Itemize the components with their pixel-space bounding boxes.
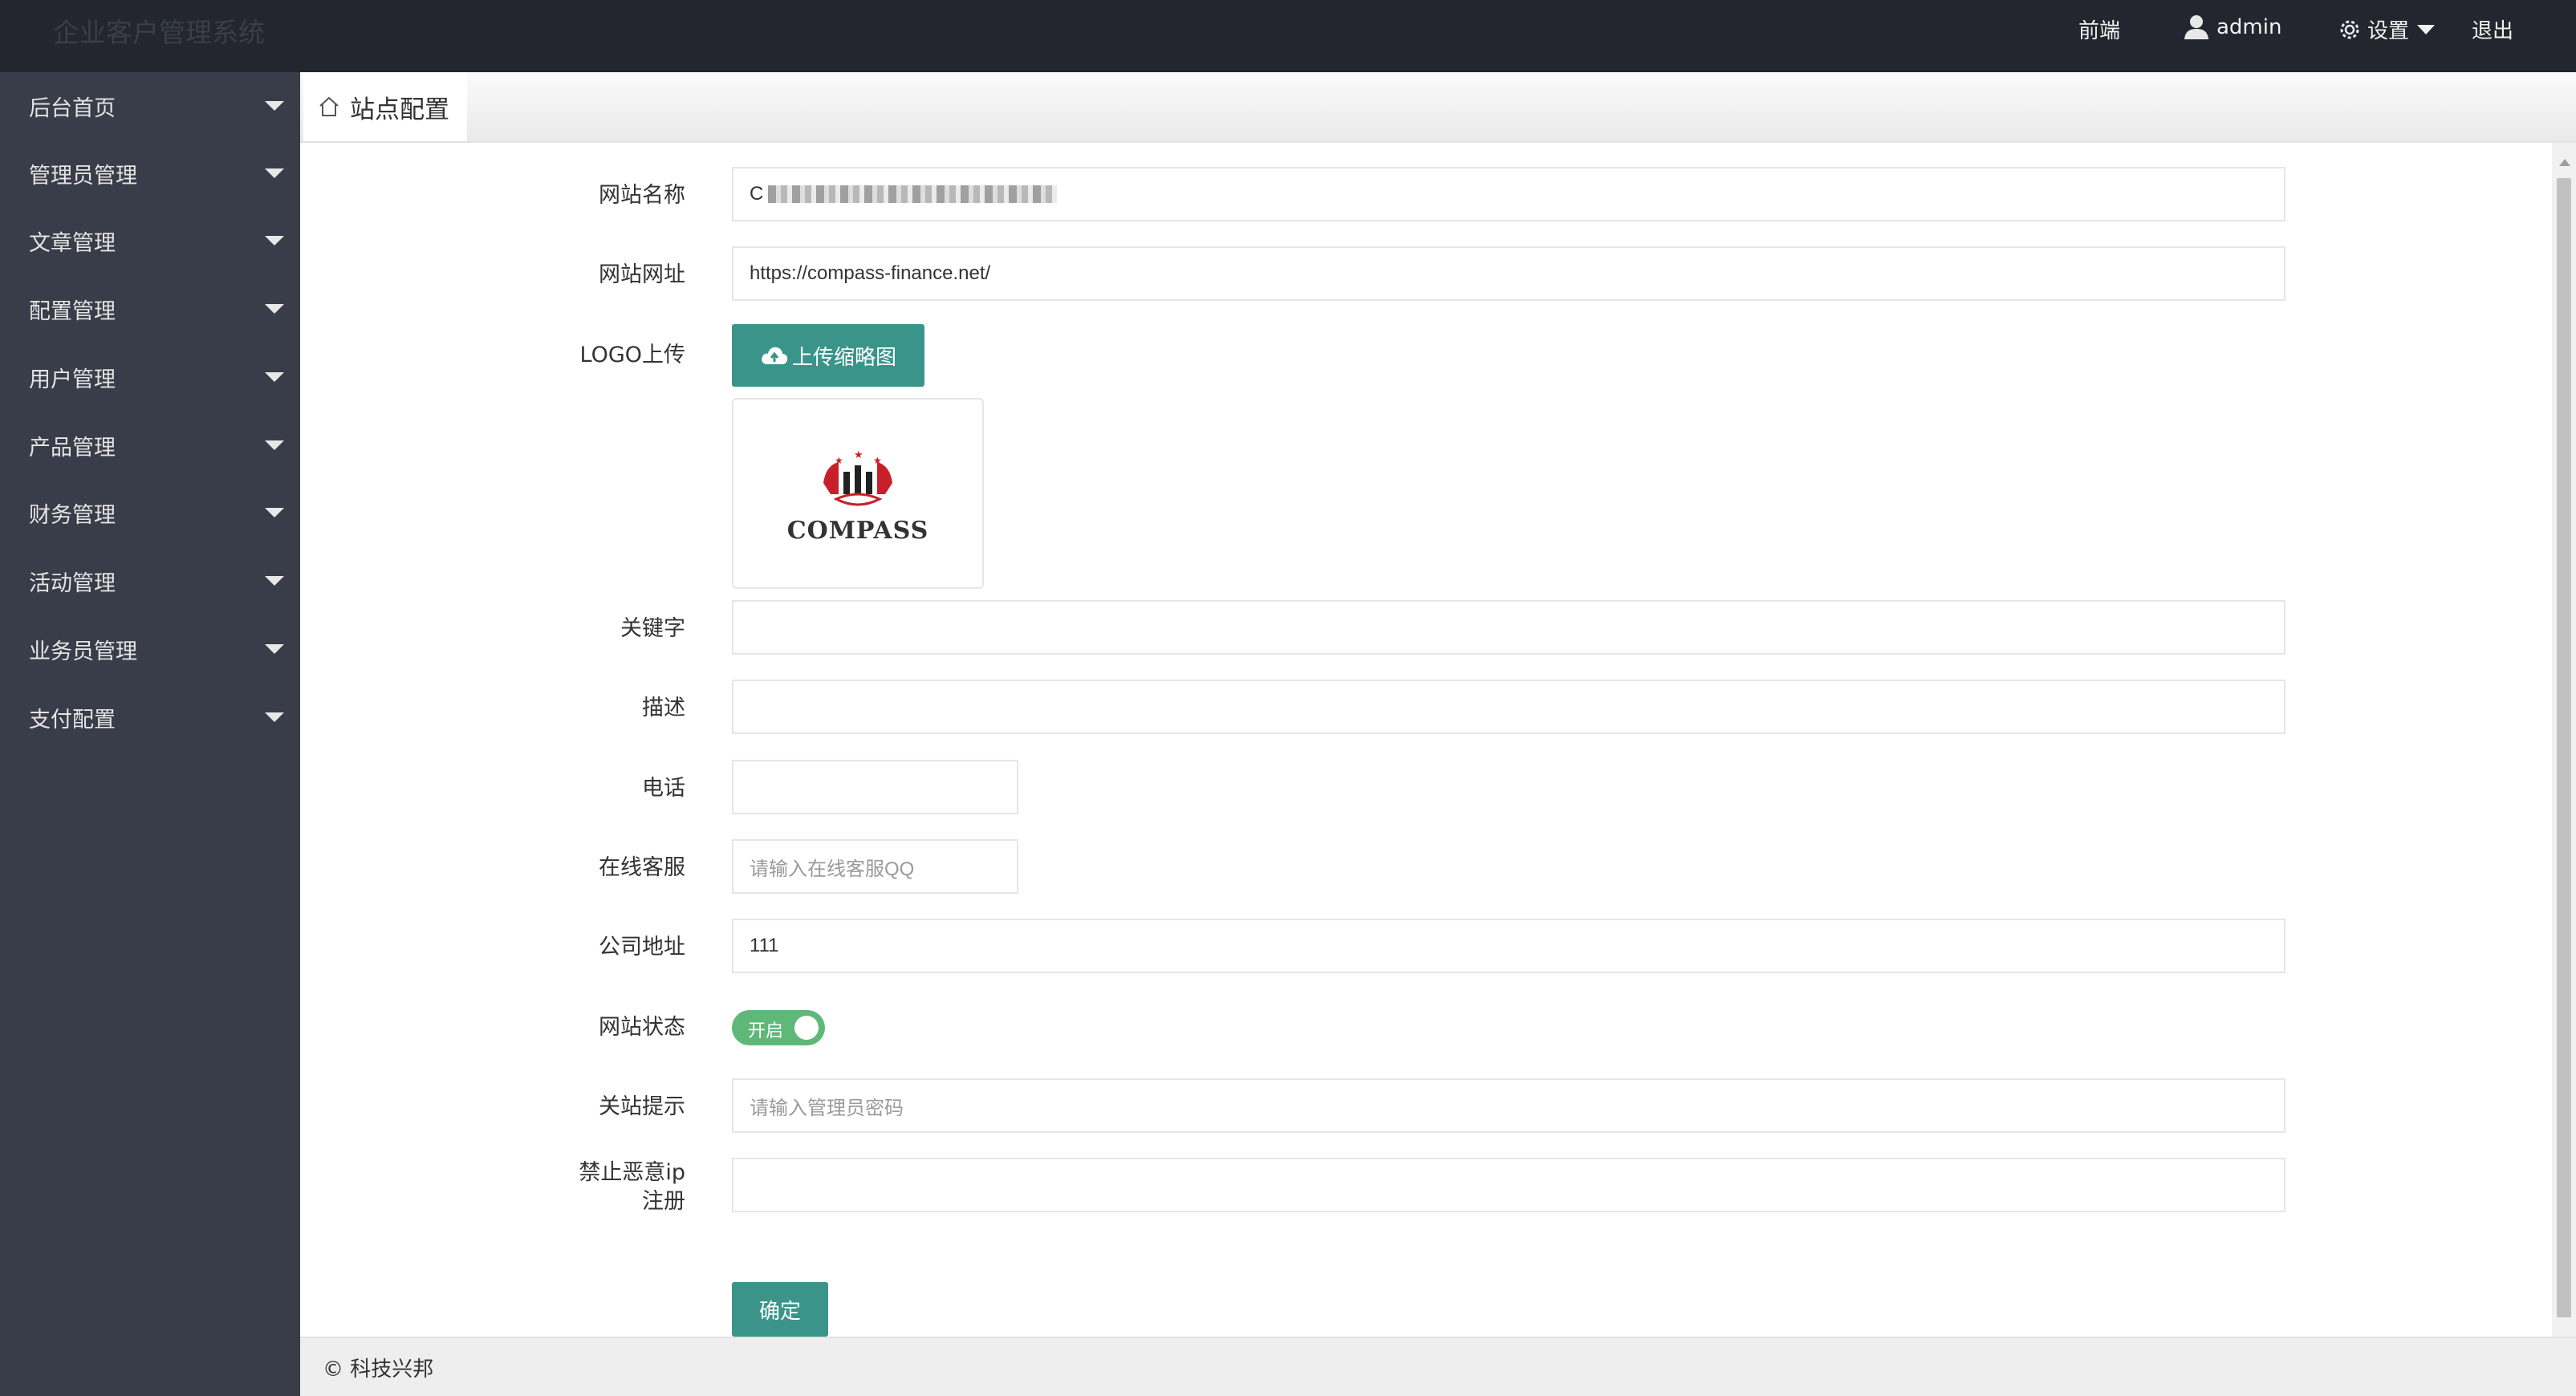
upload-thumbnail-button[interactable]: 上传缩略图 [732,324,924,387]
site-name-label: 网站名称 [599,183,685,208]
sidebar-item-articles[interactable]: 文章管理 [0,207,300,274]
keywords-input[interactable] [732,600,2285,655]
site-url-value: https://compass-finance.net/ [750,262,991,284]
tab-label: 站点配置 [350,95,449,124]
online-service-placeholder: 请输入在线客服QQ [750,858,915,880]
online-service-label: 在线客服 [599,855,685,880]
footer-copyright: © 科技兴邦 [323,1357,434,1382]
logo-preview-text: COMPASS [786,517,929,545]
site-name-value: C [750,183,764,205]
sidebar-item-salespeople[interactable]: 业务员管理 [0,615,300,683]
block-ip-label-line1: 禁止恶意ip [579,1160,685,1185]
address-label: 公司地址 [599,935,685,960]
site-name-input[interactable]: C [732,167,2285,221]
blurred-text [768,185,1058,203]
sidebar-item-finance[interactable]: 财务管理 [0,479,300,546]
frontend-label: 前端 [2078,19,2121,43]
caret-down-icon [265,644,284,654]
address-value: 111 [750,935,779,956]
close-notice-input[interactable]: 请输入管理员密码 [732,1078,2285,1133]
tab-bar: 站点配置 [300,72,2576,143]
site-url-label: 网站网址 [599,262,685,287]
caret-down-icon [265,304,284,314]
logout-label: 退出 [2472,19,2514,43]
caret-down-icon [265,440,284,450]
settings-menu[interactable]: 设置 [2337,14,2436,44]
logo-preview: ★ ★ ★ COMPASS [732,398,984,589]
sidebar-item-label: 支付配置 [29,707,116,732]
user-menu[interactable]: admin [2183,14,2281,40]
sidebar-item-users[interactable]: 用户管理 [0,343,300,411]
cloud-upload-icon [760,344,789,367]
caret-down-icon [265,101,284,111]
sidebar-item-label: 管理员管理 [29,163,137,189]
site-status-toggle[interactable]: 开启 [732,1010,825,1045]
keywords-label: 关键字 [620,616,685,641]
sidebar-item-dashboard[interactable]: 后台首页 [0,72,300,140]
phone-input[interactable] [732,760,1018,814]
tab-site-config[interactable]: 站点配置 [303,72,467,141]
sidebar-item-label: 产品管理 [29,435,116,461]
top-header: 企业客户管理系统 前端 admin 设置 退出 [0,0,2576,72]
online-service-input[interactable]: 请输入在线客服QQ [732,839,1018,894]
phone-label: 电话 [642,776,685,801]
user-icon [2183,14,2210,40]
site-config-form: 网站名称 C 网站网址 https://compass-finance.net/… [300,143,2552,1337]
svg-text:★: ★ [854,449,863,461]
sidebar-item-label: 财务管理 [29,502,116,528]
description-input[interactable] [732,680,2285,734]
user-name: admin [2216,15,2282,39]
caret-down-icon [265,168,284,178]
caret-down-icon [265,576,284,586]
footer: © 科技兴邦 [300,1337,2576,1396]
sidebar-item-label: 后台首页 [29,95,116,121]
home-icon [318,95,340,118]
scrollbar[interactable] [2552,143,2576,1337]
logout-link[interactable]: 退出 [2472,14,2513,44]
toggle-knob [794,1016,819,1040]
caret-down-icon [265,508,284,517]
address-input[interactable]: 111 [732,919,2285,973]
caret-down-icon [265,236,284,246]
confirm-button[interactable]: 确定 [732,1282,828,1337]
block-ip-label: 禁止恶意ip 注册 [509,1159,685,1216]
settings-label: 设置 [2367,19,2410,43]
sidebar-item-label: 文章管理 [29,230,116,256]
sidebar-item-products[interactable]: 产品管理 [0,412,300,479]
close-notice-label: 关站提示 [599,1094,685,1119]
sidebar: 后台首页 管理员管理 文章管理 配置管理 用户管理 产品管理 财务管理 活动管理… [0,72,300,1396]
caret-down-icon [265,372,284,382]
caret-down-icon [265,712,284,722]
sidebar-item-label: 业务员管理 [29,639,137,664]
scroll-up-arrow-icon[interactable] [2559,159,2570,166]
gear-icon [2337,17,2363,43]
logo-label: LOGO上传 [579,343,685,367]
close-notice-placeholder: 请输入管理员密码 [750,1097,904,1119]
upload-button-label: 上传缩略图 [791,345,896,370]
frontend-link[interactable]: 前端 [2078,14,2120,44]
block-ip-label-line2: 注册 [642,1189,685,1214]
sidebar-item-activities[interactable]: 活动管理 [0,547,300,615]
sidebar-item-label: 用户管理 [29,367,116,392]
sidebar-item-label: 配置管理 [29,298,116,324]
site-url-input[interactable]: https://compass-finance.net/ [732,246,2285,301]
sidebar-item-config[interactable]: 配置管理 [0,275,300,343]
scrollbar-thumb[interactable] [2557,178,2571,1317]
sidebar-item-admins[interactable]: 管理员管理 [0,140,300,207]
chevron-down-icon [2417,24,2436,34]
sidebar-item-label: 活动管理 [29,570,116,596]
app-title: 企业客户管理系统 [53,17,265,48]
compass-logo-mark: ★ ★ ★ [823,449,892,506]
sidebar-item-payment[interactable]: 支付配置 [0,684,300,751]
confirm-button-label: 确定 [758,1299,801,1324]
description-label: 描述 [642,696,685,720]
toggle-text: 开启 [748,1021,784,1041]
site-status-label: 网站状态 [599,1015,685,1040]
block-ip-input[interactable] [732,1158,2285,1212]
